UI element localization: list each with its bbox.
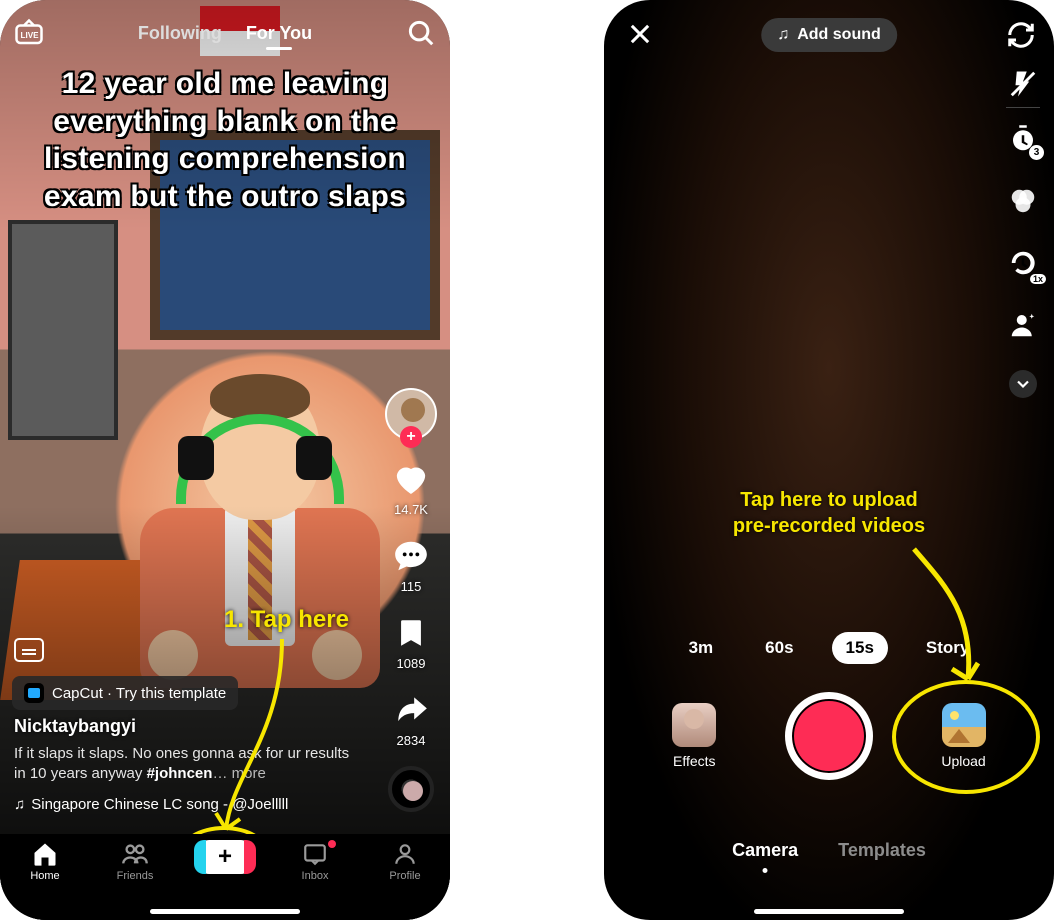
profile-icon xyxy=(389,840,421,868)
annotation-circle xyxy=(892,680,1040,794)
save-count: 1089 xyxy=(397,656,426,671)
flip-camera-icon[interactable] xyxy=(1006,20,1036,55)
annotation-arrow-icon xyxy=(904,544,994,694)
more-tools-chevron-icon[interactable] xyxy=(1009,370,1037,398)
share-button[interactable]: 2834 xyxy=(390,689,432,748)
sound-row[interactable]: ♫ Singapore Chinese LC song - @Joelllll xyxy=(14,796,362,813)
capcut-template-pill[interactable]: CapCut · Try this template xyxy=(12,676,238,710)
creator-username[interactable]: Nicktaybangyi xyxy=(14,716,136,737)
tab-following[interactable]: Following xyxy=(138,23,222,44)
timer-icon[interactable]: 3 xyxy=(1006,122,1040,156)
comment-count: 115 xyxy=(401,579,422,594)
nav-friends-label: Friends xyxy=(117,870,154,882)
home-icon xyxy=(29,840,61,868)
effects-thumb-icon xyxy=(672,703,716,747)
feed-screen: LIVE Following For You 12 year old me le… xyxy=(0,0,450,920)
bottom-nav: Home Friends + Inbox Profile xyxy=(0,834,450,920)
nav-profile-label: Profile xyxy=(389,870,420,882)
annotation-upload-text: Tap here to uploadpre-recorded videos xyxy=(604,487,1054,539)
engagement-rail: + 14.7K 115 1089 2834 xyxy=(378,388,444,812)
close-icon[interactable] xyxy=(626,20,656,50)
nav-home[interactable]: Home xyxy=(10,840,80,882)
mode-templates[interactable]: Templates xyxy=(838,840,926,861)
svg-text:LIVE: LIVE xyxy=(21,31,40,40)
mode-camera[interactable]: Camera xyxy=(732,840,798,861)
create-button[interactable]: + xyxy=(199,840,251,874)
heart-icon xyxy=(390,458,432,500)
nav-inbox[interactable]: Inbox xyxy=(280,840,350,882)
add-sound-label: Add sound xyxy=(797,26,881,44)
speed-icon[interactable]: 1x xyxy=(1006,246,1040,280)
duration-15s[interactable]: 15s xyxy=(832,632,888,664)
nav-friends[interactable]: Friends xyxy=(100,840,170,882)
camera-tools-rail: 3 1x xyxy=(1006,74,1040,398)
like-count: 14.7K xyxy=(394,502,428,517)
home-indicator xyxy=(754,909,904,914)
capcut-pill-label: CapCut · Try this template xyxy=(52,685,226,702)
duration-60s[interactable]: 60s xyxy=(751,632,807,664)
music-note-icon: ♫ xyxy=(14,796,25,813)
bookmark-icon xyxy=(390,612,432,654)
timer-badge: 3 xyxy=(1029,145,1044,160)
description-hashtag[interactable]: #johncen xyxy=(147,765,213,782)
record-button[interactable] xyxy=(785,692,873,780)
speed-badge: 1x xyxy=(1030,274,1046,284)
nav-inbox-label: Inbox xyxy=(302,870,329,882)
tab-for-you[interactable]: For You xyxy=(246,23,312,44)
friends-icon xyxy=(119,840,151,868)
annotation-tap-here: 1. Tap here xyxy=(224,606,349,634)
camera-mode-selector: Camera Templates xyxy=(604,840,1054,861)
video-text-overlay: 12 year old me leaving everything blank … xyxy=(14,65,436,215)
inbox-icon xyxy=(299,840,331,868)
share-icon xyxy=(390,689,432,731)
follow-plus-icon[interactable]: + xyxy=(400,426,422,448)
capcut-logo-icon xyxy=(24,683,44,703)
captions-toggle-icon[interactable] xyxy=(14,638,44,662)
inbox-notification-dot xyxy=(328,840,336,848)
search-icon[interactable] xyxy=(406,18,436,48)
comment-button[interactable]: 115 xyxy=(390,535,432,594)
nav-create[interactable]: + xyxy=(190,840,260,874)
nav-profile[interactable]: Profile xyxy=(370,840,440,882)
like-button[interactable]: 14.7K xyxy=(390,458,432,517)
annotation-arrow-icon xyxy=(212,634,292,844)
effects-label: Effects xyxy=(673,753,716,769)
add-sound-button[interactable]: ♫ Add sound xyxy=(761,18,897,52)
feed-top-bar: LIVE Following For You xyxy=(0,8,450,58)
beautify-icon[interactable] xyxy=(1006,308,1040,342)
sound-disc[interactable] xyxy=(388,766,434,812)
music-note-icon: ♫ xyxy=(777,26,789,44)
comment-icon xyxy=(390,535,432,577)
creator-avatar[interactable]: + xyxy=(385,388,437,440)
save-button[interactable]: 1089 xyxy=(390,612,432,671)
filters-icon[interactable] xyxy=(1006,184,1040,218)
nav-home-label: Home xyxy=(30,870,59,882)
effects-button[interactable]: Effects xyxy=(672,703,716,769)
video-description[interactable]: If it slaps it slaps. No ones gonna ask … xyxy=(14,744,362,785)
plus-icon: + xyxy=(218,843,232,871)
duration-3m[interactable]: 3m xyxy=(675,632,728,664)
home-indicator xyxy=(150,909,300,914)
live-icon[interactable]: LIVE xyxy=(14,18,44,48)
flash-icon[interactable] xyxy=(1006,74,1040,108)
share-count: 2834 xyxy=(397,733,426,748)
